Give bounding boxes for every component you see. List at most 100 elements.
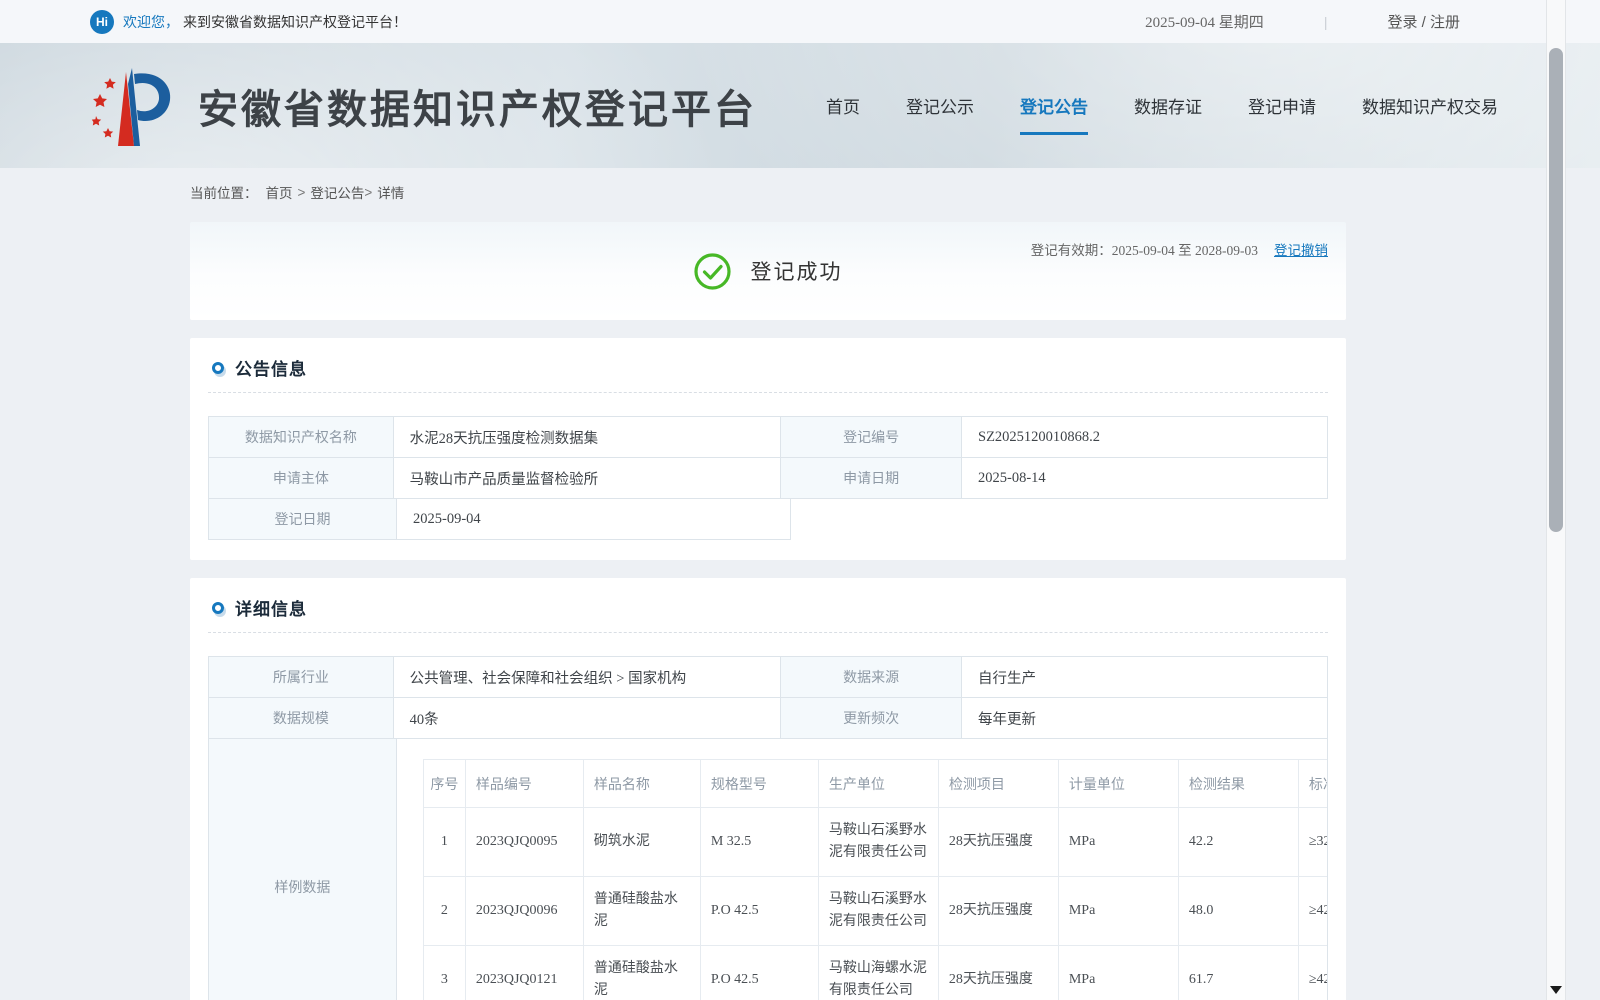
column-header: 样品编号: [464, 759, 584, 808]
cell-sample-no: 2023QJQ0096: [464, 876, 584, 946]
sample-data-row: 样例数据 序号 样品编号 样品名称 规格型号 生产单位 检测项目 计量单位 检测…: [209, 739, 1328, 1000]
cell-sample-no: 2023QJQ0121: [464, 945, 584, 1000]
cell-result: 48.0: [1177, 876, 1299, 946]
cell-sample-no: 2023QJQ0095: [464, 807, 584, 877]
status-text: 登记成功: [750, 261, 843, 284]
column-header: 标准: [1297, 759, 1327, 808]
auth-slash: /: [1417, 14, 1430, 31]
data-source-value: 自行生产: [962, 657, 1328, 698]
hi-badge-icon: Hi: [90, 9, 114, 34]
column-header: 规格型号: [699, 759, 819, 808]
detail-section-title: 详细信息: [235, 600, 307, 619]
site-logo-icon: [91, 67, 171, 146]
sample-data-label: 样例数据: [209, 739, 397, 1000]
cell-producer: 马鞍山石溪野水泥有限责任公司: [817, 807, 939, 877]
field-label: 申请日期: [781, 458, 963, 499]
nav-data-attestation[interactable]: 数据存证: [1134, 93, 1202, 118]
field-label: 登记日期: [209, 499, 397, 540]
scroll-down-arrow-icon[interactable]: [1550, 986, 1562, 994]
site-header: 安徽省数据知识产权登记平台 首页 登记公示 登记公告 数据存证 登记申请 数据知…: [0, 43, 1600, 168]
cell-unit: MPa: [1057, 945, 1179, 1000]
detail-info-card: 详细信息 所属行业 公共管理、社会保障和社会组织 > 国家机构 数据来源 自行生…: [190, 578, 1346, 1000]
cell-unit: MPa: [1057, 807, 1179, 877]
breadcrumb-home[interactable]: 首页: [266, 182, 293, 202]
revoke-registration-link[interactable]: 登记撤销: [1274, 239, 1328, 259]
cell-test-item: 28天抗压强度: [937, 945, 1059, 1000]
column-header: 样品名称: [582, 759, 701, 808]
breadcrumb-separator: >: [364, 184, 373, 200]
nav-data-ip-trade[interactable]: 数据知识产权交易: [1362, 93, 1498, 118]
registration-number-value: SZ2025120010868.2: [962, 417, 1328, 458]
column-header: 计量单位: [1057, 759, 1179, 808]
registration-success-banner: 登记成功 登记有效期： 2025-09-04 至 2028-09-03 登记撤销: [190, 222, 1346, 320]
column-header: 序号: [422, 759, 466, 808]
announcement-info-card: 公告信息 数据知识产权名称 水泥28天抗压强度检测数据集 登记编号 SZ2025…: [190, 338, 1346, 560]
nav-registration-publicity[interactable]: 登记公示: [906, 93, 974, 118]
nav-registration-apply[interactable]: 登记申请: [1248, 93, 1316, 118]
sample-table-row: 3 2023QJQ0121 普通硅酸盐水泥 P.O 42.5 马鞍山海螺水泥有限…: [422, 945, 1327, 1000]
site-title: 安徽省数据知识产权登记平台: [198, 87, 757, 132]
cell-sample-name: 普通硅酸盐水泥: [582, 876, 701, 946]
register-link[interactable]: 注册: [1430, 14, 1460, 31]
section-ring-icon: [212, 361, 224, 374]
column-header: 检测结果: [1177, 759, 1299, 808]
cell-result: 61.7: [1177, 945, 1299, 1000]
topbar-divider: |: [1323, 13, 1328, 30]
vertical-scrollbar[interactable]: [1546, 0, 1566, 1000]
field-label: 登记编号: [781, 417, 963, 458]
cell-producer: 马鞍山石溪野水泥有限责任公司: [817, 876, 939, 946]
breadcrumb: 当前位置： 首页 > 登记公告 > 详情: [190, 182, 1600, 202]
data-ip-name-value: 水泥28天抗压强度检测数据集: [393, 417, 782, 458]
table-row: 登记日期 2025-09-04: [209, 499, 1328, 540]
table-row: 数据知识产权名称 水泥28天抗压强度检测数据集 登记编号 SZ202512001…: [209, 417, 1328, 458]
validity-label: 登记有效期：: [1030, 243, 1112, 258]
cell-standard: ≥32: [1297, 807, 1327, 877]
cell-producer: 马鞍山海螺水泥有限责任公司: [817, 945, 939, 1000]
breadcrumb-parent[interactable]: 登记公告: [310, 182, 364, 202]
table-row: 数据规模 40条 更新频次 每年更新: [209, 698, 1328, 739]
industry-value: 公共管理、社会保障和社会组织 > 国家机构: [393, 657, 782, 698]
cell-index: 2: [422, 876, 466, 946]
sample-table-container: 序号 样品编号 样品名称 规格型号 生产单位 检测项目 计量单位 检测结果 标准: [397, 739, 1328, 1000]
success-check-icon: [693, 252, 731, 290]
update-frequency-value: 每年更新: [962, 698, 1328, 739]
cell-index: 1: [422, 807, 466, 877]
cell-spec: M 32.5: [699, 807, 819, 877]
breadcrumb-separator: >: [297, 184, 306, 200]
field-label: 更新频次: [781, 698, 963, 739]
field-label: 数据规模: [209, 698, 394, 739]
breadcrumb-label: 当前位置：: [190, 186, 258, 201]
field-label: 申请主体: [209, 458, 394, 499]
detail-table: 所属行业 公共管理、社会保障和社会组织 > 国家机构 数据来源 自行生产 数据规…: [208, 656, 1328, 1000]
section-divider: [208, 632, 1328, 633]
welcome-highlight: 欢迎您，: [123, 13, 179, 30]
sample-table-row: 2 2023QJQ0096 普通硅酸盐水泥 P.O 42.5 马鞍山石溪野水泥有…: [422, 876, 1327, 946]
field-label: 数据来源: [781, 657, 963, 698]
announcement-table: 数据知识产权名称 水泥28天抗压强度检测数据集 登记编号 SZ202512001…: [208, 416, 1328, 540]
applicant-value: 马鞍山市产品质量监督检验所: [393, 458, 782, 499]
cell-test-item: 28天抗压强度: [937, 876, 1059, 946]
table-row: 申请主体 马鞍山市产品质量监督检验所 申请日期 2025-08-14: [209, 458, 1328, 499]
nav-home[interactable]: 首页: [826, 93, 860, 118]
breadcrumb-current: 详情: [377, 186, 405, 201]
apply-date-value: 2025-08-14: [962, 458, 1328, 499]
validity-value: 2025-09-04 至 2028-09-03: [1111, 243, 1258, 258]
main-nav: 首页 登记公示 登记公告 数据存证 登记申请 数据知识产权交易: [826, 93, 1498, 135]
field-label: 所属行业: [209, 657, 394, 698]
section-divider: [208, 392, 1328, 393]
welcome-text: 来到安徽省数据知识产权登记平台！: [183, 13, 407, 30]
cell-result: 42.2: [1177, 807, 1299, 877]
registration-date-value: 2025-09-04: [397, 499, 791, 540]
nav-registration-announcement[interactable]: 登记公告: [1020, 93, 1088, 135]
current-date: 2025-09-04 星期四: [1145, 15, 1264, 31]
column-header: 生产单位: [817, 759, 939, 808]
column-header: 检测项目: [937, 759, 1059, 808]
cell-spec: P.O 42.5: [699, 945, 819, 1000]
cell-unit: MPa: [1057, 876, 1179, 946]
cell-sample-name: 普通硅酸盐水泥: [582, 945, 701, 1000]
cell-sample-name: 砌筑水泥: [582, 807, 701, 877]
login-link[interactable]: 登录: [1387, 14, 1417, 31]
empty-cell: [791, 499, 1328, 540]
scrollbar-thumb[interactable]: [1549, 48, 1563, 532]
sample-table-row: 1 2023QJQ0095 砌筑水泥 M 32.5 马鞍山石溪野水泥有限责任公司…: [422, 807, 1327, 877]
